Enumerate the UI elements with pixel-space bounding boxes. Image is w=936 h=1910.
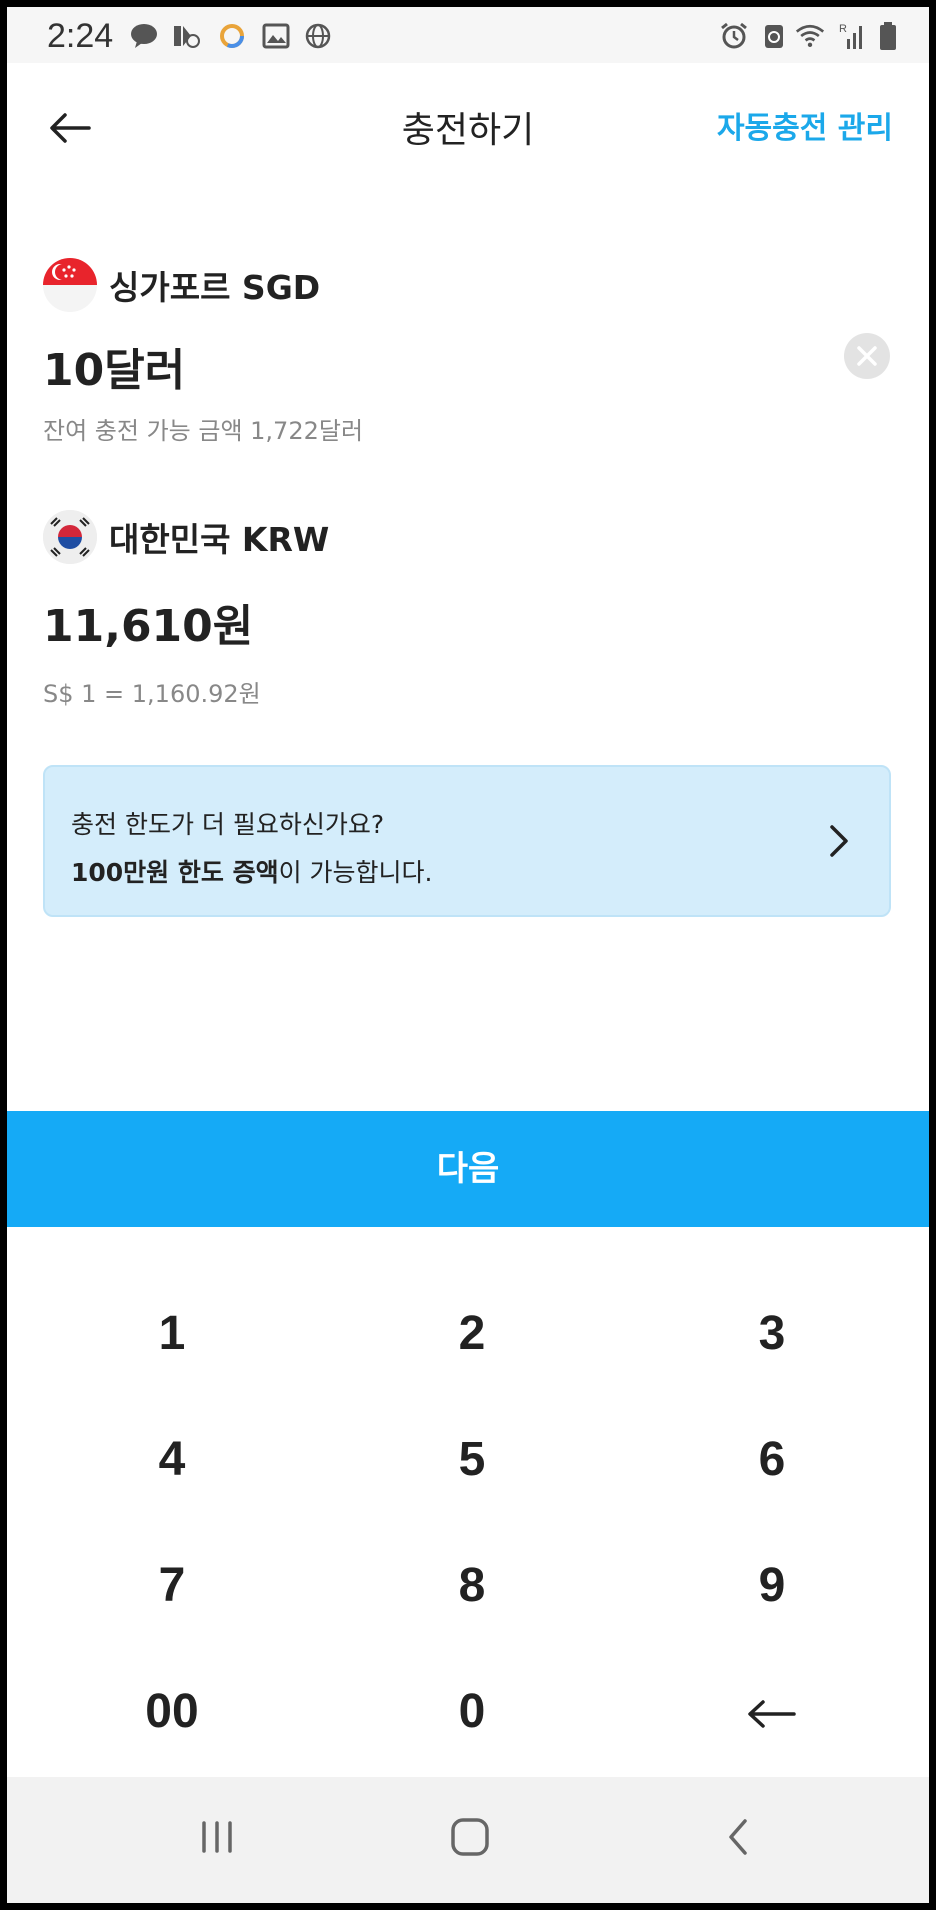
banner-line1: 충전 한도가 더 필요하신가요? bbox=[71, 810, 385, 839]
alarm-icon bbox=[721, 22, 747, 49]
banner-line2: 100만원 한도 증액이 가능합니다. bbox=[71, 853, 433, 889]
app-icon bbox=[220, 24, 244, 48]
key-backspace[interactable] bbox=[622, 1652, 922, 1772]
source-currency-row[interactable]: 싱가포르 SGD bbox=[43, 258, 320, 312]
key-8[interactable]: 8 bbox=[322, 1526, 622, 1646]
korea-flag-icon bbox=[43, 510, 97, 564]
status-bar: 2:24 R bbox=[7, 7, 929, 63]
kakaotalk-icon bbox=[131, 24, 157, 48]
svg-text:R: R bbox=[839, 23, 847, 35]
header: 충전하기 자동충전 관리 bbox=[7, 63, 929, 193]
key-4[interactable]: 4 bbox=[22, 1400, 322, 1520]
key-00[interactable]: 00 bbox=[22, 1652, 322, 1772]
source-amount-input[interactable]: 10달러 bbox=[43, 334, 185, 398]
banner-line2-rest: 이 가능합니다. bbox=[278, 858, 433, 887]
status-time: 2:24 bbox=[47, 17, 114, 55]
remaining-limit-text: 잔여 충전 가능 금액 1,722달러 bbox=[43, 417, 364, 445]
next-button[interactable]: 다음 bbox=[7, 1111, 929, 1227]
key-0[interactable]: 0 bbox=[322, 1652, 622, 1772]
recent-apps-icon[interactable] bbox=[197, 1815, 237, 1859]
signal-icon: R bbox=[839, 23, 862, 49]
notification-icon bbox=[174, 26, 200, 48]
banner-line2-bold: 100만원 한도 증액 bbox=[71, 858, 279, 887]
globe-icon bbox=[305, 23, 331, 49]
nav-back-icon[interactable] bbox=[719, 1815, 759, 1859]
singapore-flag-icon bbox=[43, 258, 97, 312]
key-9[interactable]: 9 bbox=[622, 1526, 922, 1646]
screen: 2:24 R 충전하기 자동충전 관리 싱가포르 SGD 10달러 잔여 충전 … bbox=[7, 7, 929, 1903]
home-icon[interactable] bbox=[448, 1815, 492, 1859]
target-amount: 11,610원 bbox=[43, 601, 254, 652]
key-1[interactable]: 1 bbox=[22, 1274, 322, 1394]
key-5[interactable]: 5 bbox=[322, 1400, 622, 1520]
system-nav-bar bbox=[7, 1777, 929, 1903]
exchange-rate-text: S$ 1 = 1,160.92원 bbox=[43, 680, 261, 708]
wifi-icon bbox=[795, 24, 825, 48]
battery-icon bbox=[880, 22, 896, 50]
backspace-arrow-icon bbox=[748, 1700, 796, 1729]
source-currency-name: 싱가포르 SGD bbox=[109, 268, 321, 307]
key-2[interactable]: 2 bbox=[322, 1274, 622, 1394]
key-6[interactable]: 6 bbox=[622, 1400, 922, 1520]
auto-charge-manage-link[interactable]: 자동충전 관리 bbox=[717, 103, 893, 147]
gallery-icon bbox=[262, 23, 290, 49]
close-icon bbox=[857, 346, 877, 366]
recycle-icon bbox=[765, 25, 783, 48]
chevron-right-icon bbox=[830, 825, 848, 857]
key-7[interactable]: 7 bbox=[22, 1526, 322, 1646]
limit-increase-banner[interactable]: 충전 한도가 더 필요하신가요? 100만원 한도 증액이 가능합니다. bbox=[43, 765, 891, 917]
target-currency-name: 대한민국 KRW bbox=[109, 520, 330, 559]
target-currency-row: 대한민국 KRW bbox=[43, 510, 329, 564]
clear-amount-button[interactable] bbox=[844, 333, 890, 379]
key-3[interactable]: 3 bbox=[622, 1274, 922, 1394]
